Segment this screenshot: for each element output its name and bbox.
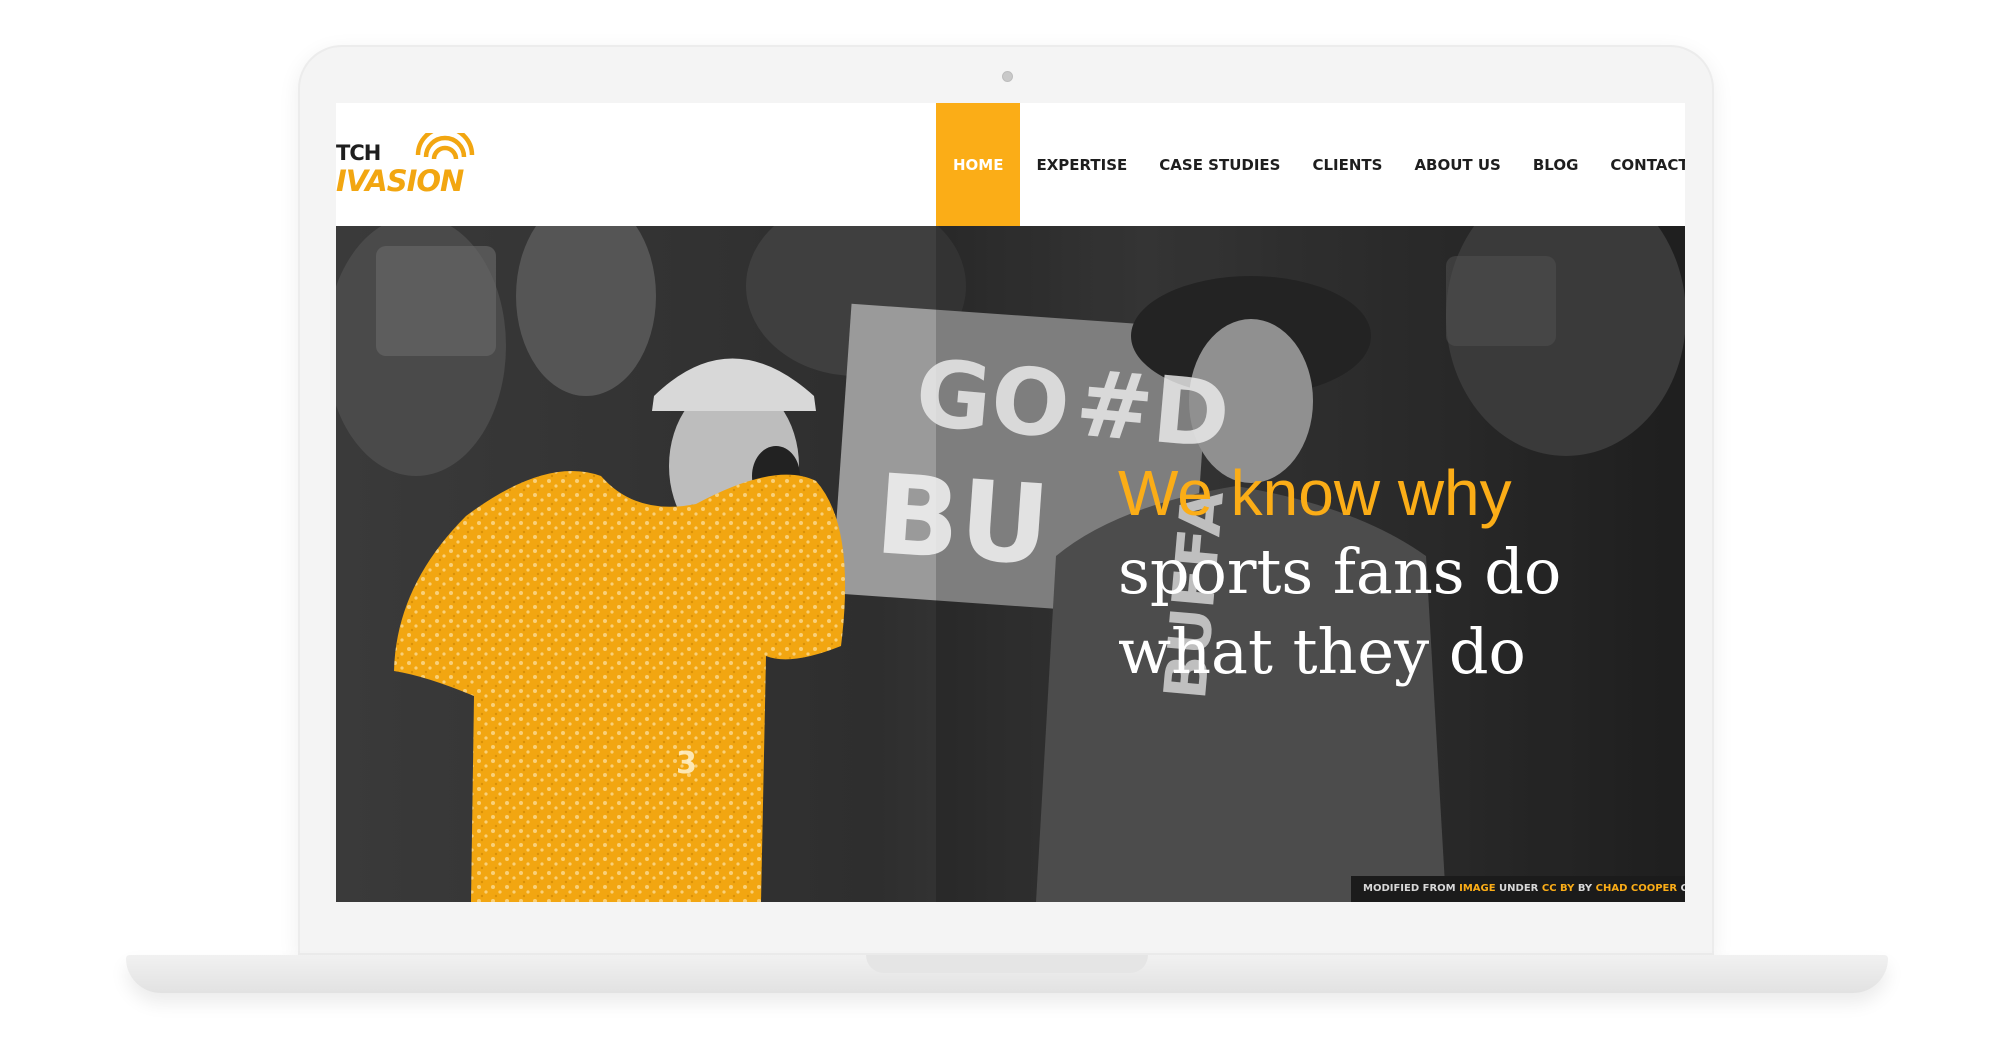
image-credit: MODIFIED FROM IMAGE UNDER CC BY BY CHAD … (1351, 876, 1685, 902)
headline-line-3: what they do (1118, 615, 1526, 688)
logo[interactable]: TCH IVASION (336, 133, 486, 205)
main-nav: HOME EXPERTISE CASE STUDIES CLIENTS ABOU… (936, 103, 1685, 226)
sign-text-go: GO (911, 339, 1075, 460)
site-header: TCH IVASION HOME EXPERTISE CASE STUDIES … (336, 103, 1685, 226)
nav-expertise[interactable]: EXPERTISE (1020, 103, 1143, 226)
laptop-screen: TCH IVASION HOME EXPERTISE CASE STUDIES … (336, 103, 1685, 902)
sign-text-hashtag: #D (1071, 349, 1234, 470)
headline-accent: We know why (1118, 457, 1512, 529)
nav-case-studies[interactable]: CASE STUDIES (1143, 103, 1296, 226)
sign-text-bu: BU (871, 450, 1054, 590)
nav-home[interactable]: HOME (936, 103, 1021, 226)
credit-license-link[interactable]: CC BY (1542, 883, 1574, 894)
credit-prefix: MODIFIED FROM (1363, 883, 1460, 894)
laptop-base-notch (866, 955, 1148, 973)
credit-suffix: C (1680, 883, 1685, 894)
credit-middle: UNDER (1495, 883, 1542, 894)
nav-about-us[interactable]: ABOUT US (1398, 103, 1516, 226)
logo-text-line1: TCH (336, 141, 381, 165)
jersey-number: 3 (676, 746, 697, 781)
signal-waves-icon (415, 133, 475, 160)
hero-section: GO #D BU BUFFA 3 We know why sports fans… (336, 226, 1685, 902)
nav-contact-us[interactable]: CONTACT US (1594, 103, 1685, 226)
credit-image-link[interactable]: IMAGE (1459, 883, 1495, 894)
hero-headline: We know why sports fans do what they do (1118, 454, 1658, 692)
credit-by: BY (1574, 883, 1596, 894)
headline-line-2: sports fans do (1118, 535, 1562, 608)
camera-dot (1002, 71, 1013, 82)
credit-author-link[interactable]: CHAD COOPER (1596, 883, 1677, 894)
nav-clients[interactable]: CLIENTS (1296, 103, 1398, 226)
nav-blog[interactable]: BLOG (1517, 103, 1595, 226)
